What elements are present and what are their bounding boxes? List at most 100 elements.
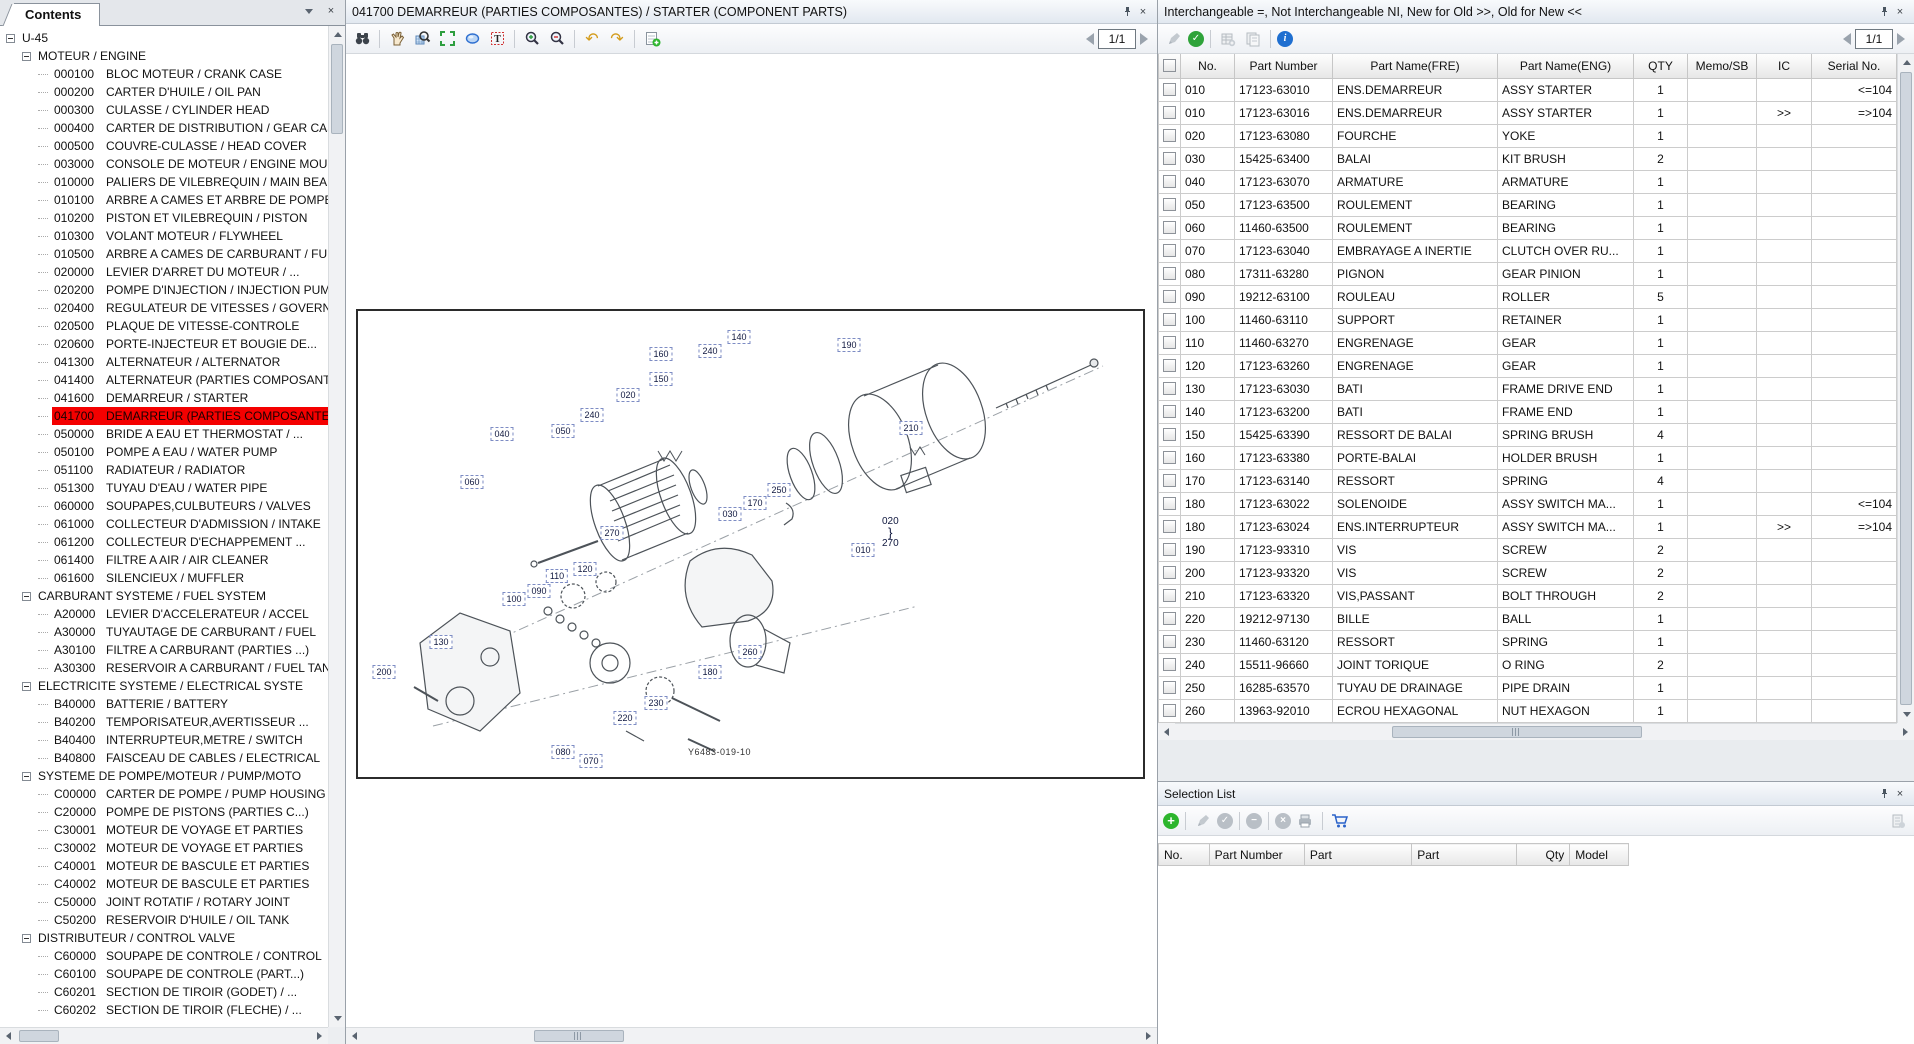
part-callout[interactable]: 040 [490, 427, 513, 441]
parts-table-row[interactable]: 25016285-63570TUYAU DE DRAINAGEPIPE DRAI… [1159, 676, 1897, 699]
part-callout[interactable]: 130 [429, 635, 452, 649]
row-checkbox[interactable] [1163, 382, 1176, 395]
zoom-out-icon[interactable] [546, 28, 568, 50]
tree-item[interactable]: C60201SECTION DE TIROIR (GODET) / ... [2, 983, 328, 1001]
pan-hand-icon[interactable] [386, 28, 408, 50]
select-all-header[interactable] [1159, 54, 1181, 78]
row-checkbox[interactable] [1163, 267, 1176, 280]
part-callout[interactable]: 100 [502, 592, 525, 606]
part-callout[interactable]: 190 [837, 338, 860, 352]
row-checkbox[interactable] [1163, 681, 1176, 694]
part-callout[interactable]: 120 [573, 562, 596, 576]
selection-column-header[interactable]: Model [1570, 844, 1629, 866]
tree-item[interactable]: 000100BLOC MOTEUR / CRANK CASE [2, 65, 328, 83]
part-callout[interactable]: 010 [851, 543, 874, 557]
selection-column-header[interactable]: Part [1304, 844, 1411, 866]
column-header[interactable]: Serial No. [1812, 54, 1897, 78]
pin-icon[interactable] [1119, 4, 1135, 20]
tree-item[interactable]: 041300ALTERNATEUR / ALTERNATOR [2, 353, 328, 371]
zoom-in-icon[interactable] [521, 28, 543, 50]
tree-branch[interactable]: SYSTEME DE POMPE/MOTEUR / PUMP/MOTO [2, 767, 328, 785]
cart-icon[interactable] [1329, 810, 1351, 832]
tree-item[interactable]: C20000POMPE DE PISTONS (PARTIES C...) [2, 803, 328, 821]
row-checkbox[interactable] [1163, 405, 1176, 418]
row-checkbox[interactable] [1163, 244, 1176, 257]
part-callout[interactable]: 050 [551, 424, 574, 438]
panel-splitter[interactable] [1158, 740, 1914, 782]
text-select-icon[interactable]: T [486, 28, 508, 50]
column-header[interactable]: Memo/SB [1688, 54, 1757, 78]
tree-item[interactable]: 061400FILTRE A AIR / AIR CLEANER [2, 551, 328, 569]
tree-expander-icon[interactable] [22, 592, 31, 601]
tree-item[interactable]: A20000LEVIER D'ACCELERATEUR / ACCEL [2, 605, 328, 623]
tree-item[interactable]: 051300TUYAU D'EAU / WATER PIPE [2, 479, 328, 497]
tree-item[interactable]: 061000COLLECTEUR D'ADMISSION / INTAKE [2, 515, 328, 533]
parts-table-row[interactable]: 21017123-63320VIS,PASSANTBOLT THROUGH2 [1159, 584, 1897, 607]
tree-item[interactable]: C40002MOTEUR DE BASCULE ET PARTIES [2, 875, 328, 893]
header-checkbox[interactable] [1163, 59, 1176, 72]
parts-table-row[interactable]: 03015425-63400BALAIKIT BRUSH2 [1159, 147, 1897, 170]
parts-next-page-icon[interactable] [1897, 33, 1905, 45]
row-checkbox[interactable] [1163, 566, 1176, 579]
row-checkbox[interactable] [1163, 129, 1176, 142]
parts-table-row[interactable]: 10011460-63110SUPPORTRETAINER1 [1159, 308, 1897, 331]
next-page-icon[interactable] [1140, 33, 1148, 45]
row-checkbox[interactable] [1163, 313, 1176, 326]
part-callout[interactable]: 060 [460, 475, 483, 489]
tree-branch[interactable]: DISTRIBUTEUR / CONTROL VALVE [2, 929, 328, 947]
tree-item[interactable]: 000400CARTER DE DISTRIBUTION / GEAR CASE [2, 119, 328, 137]
part-callout[interactable]: 250 [767, 483, 790, 497]
part-callout[interactable]: 110 [546, 569, 568, 583]
zoom-window-icon[interactable] [411, 28, 433, 50]
ellipse-select-icon[interactable] [461, 28, 483, 50]
add-to-selection-icon[interactable] [641, 28, 663, 50]
parts-table-row[interactable]: 18017123-63022SOLENOIDEASSY SWITCH MA...… [1159, 492, 1897, 515]
selection-column-header[interactable]: Part [1412, 844, 1516, 866]
part-callout[interactable]: 170 [743, 496, 766, 510]
selection-close-icon[interactable]: × [1892, 786, 1908, 802]
column-header[interactable]: No. [1181, 54, 1235, 78]
parts-table-row[interactable]: 06011460-63500ROULEMENTBEARING1 [1159, 216, 1897, 239]
row-checkbox[interactable] [1163, 612, 1176, 625]
tree-item[interactable]: 020500PLAQUE DE VITESSE-CONTROLE [2, 317, 328, 335]
row-checkbox[interactable] [1163, 290, 1176, 303]
tree-item[interactable]: 010300VOLANT MOTEUR / FLYWHEEL [2, 227, 328, 245]
find-icon[interactable] [351, 28, 373, 50]
panel-close-icon[interactable]: × [323, 3, 339, 19]
row-checkbox[interactable] [1163, 359, 1176, 372]
add-rows-icon[interactable] [1217, 28, 1239, 50]
parts-table-row[interactable]: 13017123-63030BATIFRAME DRIVE END1 [1159, 377, 1897, 400]
print-icon[interactable] [1294, 810, 1316, 832]
tree-item[interactable]: C50000JOINT ROTATIF / ROTARY JOINT [2, 893, 328, 911]
selection-pin-icon[interactable] [1876, 786, 1892, 802]
tree-item[interactable]: C30001MOTEUR DE VOYAGE ET PARTIES [2, 821, 328, 839]
parts-table-row[interactable]: 14017123-63200BATIFRAME END1 [1159, 400, 1897, 423]
row-checkbox[interactable] [1163, 520, 1176, 533]
column-header[interactable]: Part Number [1235, 54, 1333, 78]
parts-pin-icon[interactable] [1876, 4, 1892, 20]
tree-branch[interactable]: ELECTRICITE SYSTEME / ELECTRICAL SYSTE [2, 677, 328, 695]
tree-item[interactable]: A30100FILTRE A CARBURANT (PARTIES ...) [2, 641, 328, 659]
column-header[interactable]: Part Name(FRE) [1333, 54, 1498, 78]
part-callout[interactable]: 240 [698, 344, 721, 358]
tree-item[interactable]: 050000BRIDE A EAU ET THERMOSTAT / ... [2, 425, 328, 443]
tree-item[interactable]: 010000PALIERS DE VILEBREQUIN / MAIN BEAR… [2, 173, 328, 191]
row-checkbox[interactable] [1163, 221, 1176, 234]
panel-menu-icon[interactable] [301, 3, 317, 19]
tree-item[interactable]: B40800FAISCEAU DE CABLES / ELECTRICAL [2, 749, 328, 767]
tree-item[interactable]: 050100POMPE A EAU / WATER PUMP [2, 443, 328, 461]
row-checkbox[interactable] [1163, 106, 1176, 119]
column-header[interactable]: IC [1757, 54, 1812, 78]
delete-all-icon[interactable]: × [1275, 813, 1291, 829]
parts-table-row[interactable]: 22019212-97130BILLEBALL1 [1159, 607, 1897, 630]
tree-item[interactable]: B40200TEMPORISATEUR,AVERTISSEUR ... [2, 713, 328, 731]
row-checkbox[interactable] [1163, 152, 1176, 165]
row-checkbox[interactable] [1163, 428, 1176, 441]
tree-expander-icon[interactable] [22, 772, 31, 781]
parts-table-row[interactable]: 02017123-63080FOURCHEYOKE1 [1159, 124, 1897, 147]
tree-item[interactable]: B40400INTERRUPTEUR,METRE / SWITCH [2, 731, 328, 749]
prev-page-icon[interactable] [1086, 33, 1094, 45]
tree-item[interactable]: 041700DEMARREUR (PARTIES COMPOSANTES) [2, 407, 328, 425]
parts-table-row[interactable]: 26013963-92010ECROU HEXAGONALNUT HEXAGON… [1159, 699, 1897, 722]
row-checkbox[interactable] [1163, 589, 1176, 602]
